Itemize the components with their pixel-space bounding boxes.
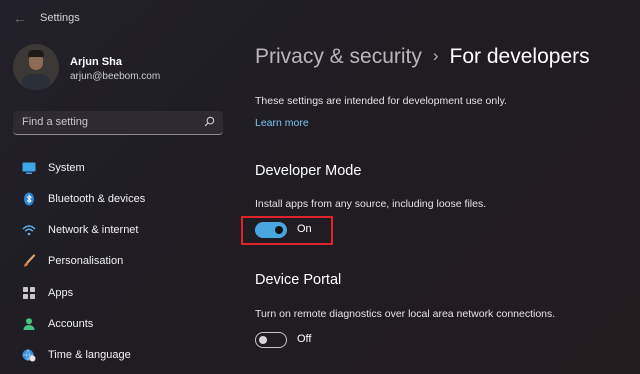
sidebar-item-label: Time & language — [48, 349, 131, 361]
app-title: Settings — [40, 12, 80, 24]
sidebar-item-label: Accounts — [48, 318, 94, 330]
sidebar-item-time-language[interactable]: Time & language — [13, 341, 223, 369]
sidebar-item-network[interactable]: Network & internet — [13, 216, 223, 244]
user-name: Arjun Sha — [70, 56, 122, 68]
monitor-icon — [22, 162, 36, 174]
breadcrumb: Privacy & security › For developers — [255, 45, 590, 69]
settings-window: ← Settings Arjun Sha arjun@beebom.com Sy… — [0, 0, 640, 374]
sidebar-item-label: Apps — [48, 287, 74, 299]
sidebar-item-personalisation[interactable]: Personalisation — [13, 247, 223, 275]
device-portal-toggle[interactable] — [255, 332, 287, 348]
breadcrumb-separator: › — [432, 46, 439, 65]
user-email: arjun@beebom.com — [70, 71, 161, 82]
apps-icon — [23, 287, 35, 299]
breadcrumb-parent[interactable]: Privacy & security — [255, 45, 422, 68]
device-portal-state: Off — [297, 333, 312, 345]
search-box[interactable] — [13, 111, 223, 135]
avatar[interactable] — [13, 44, 59, 90]
sidebar-item-system[interactable]: System — [13, 154, 223, 182]
page-title: For developers — [449, 45, 590, 68]
sidebar-item-label: Bluetooth & devices — [48, 193, 146, 205]
search-input[interactable] — [13, 111, 202, 133]
sidebar-item-accounts[interactable]: Accounts — [13, 310, 223, 338]
toggle-knob — [259, 336, 267, 344]
sidebar-item-apps[interactable]: Apps — [13, 279, 223, 307]
wifi-icon — [22, 225, 36, 236]
search-icon[interactable] — [204, 116, 215, 127]
bluetooth-icon — [24, 192, 34, 206]
learn-more-link[interactable]: Learn more — [255, 117, 309, 129]
highlight-box — [241, 216, 333, 245]
brush-icon — [24, 254, 36, 267]
sidebar-item-label: System — [48, 162, 85, 174]
sidebar-item-label: Personalisation — [48, 255, 124, 267]
sidebar-item-label: Network & internet — [48, 224, 139, 236]
intro-text: These settings are intended for developm… — [255, 95, 507, 107]
device-portal-description: Turn on remote diagnostics over local ar… — [255, 308, 556, 320]
back-arrow-icon[interactable]: ← — [12, 10, 28, 26]
person-icon — [23, 318, 35, 330]
globe-clock-icon — [22, 349, 36, 362]
title-bar: ← Settings — [0, 0, 640, 36]
developer-mode-title: Developer Mode — [255, 163, 362, 179]
developer-mode-description: Install apps from any source, including … — [255, 198, 487, 210]
sidebar-item-bluetooth[interactable]: Bluetooth & devices — [13, 185, 223, 213]
device-portal-title: Device Portal — [255, 272, 342, 288]
